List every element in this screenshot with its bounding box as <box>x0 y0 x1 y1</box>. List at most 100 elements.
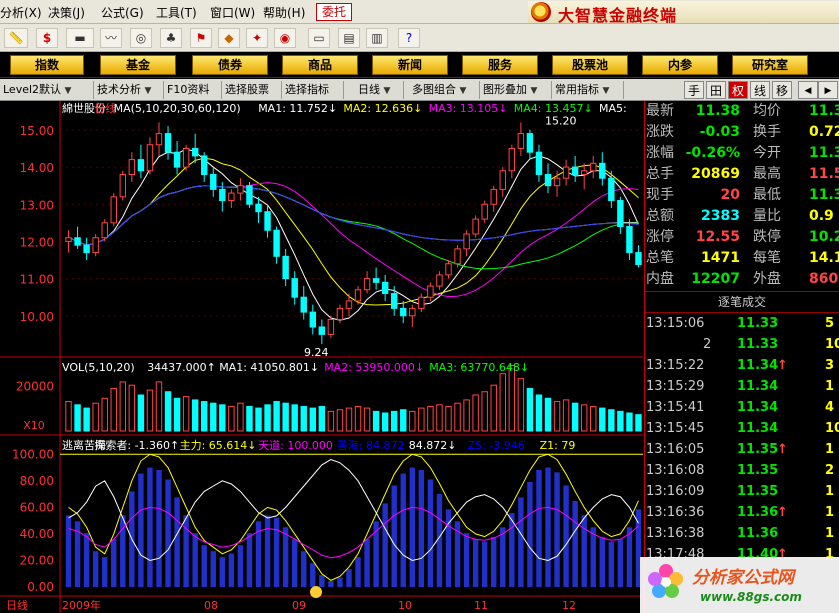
candle-body <box>400 307 407 317</box>
chevron-down-icon: ▼ <box>459 86 467 96</box>
nav-bond-button[interactable]: 债券 <box>192 55 268 75</box>
date-tick-label: 11 <box>474 599 488 612</box>
legend-item: ZS: -3.946 <box>468 439 525 452</box>
tab-select-stock[interactable]: 选择股票 <box>222 81 282 99</box>
tick-volume: 10 <box>825 337 839 352</box>
tab-level2[interactable]: Level2默认 ▼ <box>0 81 94 99</box>
indicator-bar <box>237 545 244 587</box>
nav-service-button[interactable]: 服务 <box>462 55 538 75</box>
candle-body <box>580 170 588 175</box>
indicator-bar <box>291 539 298 587</box>
tab-hand[interactable]: 手 <box>684 81 704 99</box>
volume-bar <box>318 405 326 432</box>
nav-research-button[interactable]: 研究室 <box>732 55 808 75</box>
scroll-right-icon[interactable]: ▶ <box>818 81 838 99</box>
rocket-icon[interactable]: ✦ <box>246 28 268 48</box>
quote-label: 今开 <box>753 145 781 161</box>
scroll-left-icon[interactable]: ◀ <box>798 81 818 99</box>
candle-body <box>309 311 317 328</box>
nav-stockpool-button[interactable]: 股票池 <box>552 55 628 75</box>
volume-bar <box>264 404 271 432</box>
tab-overlay[interactable]: 图形叠加 ▼ <box>480 81 552 99</box>
flag-icon[interactable]: ⚑ <box>190 28 212 48</box>
target-icon[interactable]: ◉ <box>274 28 296 48</box>
candle-body <box>336 307 344 321</box>
kline-chart[interactable]: 15.00 14.00 13.00 12.00 11.00 10.00 20000 X10 … <box>0 101 645 613</box>
ruler-icon[interactable]: 📏 <box>4 28 28 48</box>
legend-item: MA1: 11.752↓ <box>258 102 337 115</box>
menu-analysis[interactable]: 分析(X) <box>0 4 42 21</box>
weituo-button[interactable]: 委托 <box>316 3 352 21</box>
dollar-icon[interactable]: $ <box>36 28 58 48</box>
candle-body <box>445 263 452 276</box>
tick-volume: 3 <box>825 358 835 373</box>
menu-decision[interactable]: 决策(J) <box>48 4 85 21</box>
legend-item: MA3: 13.105↓ <box>429 102 508 115</box>
volume-bar <box>101 397 108 432</box>
candle-body <box>74 237 81 246</box>
tab-f10[interactable]: F10资料 <box>164 81 222 99</box>
help-pointer-icon[interactable]: ? <box>398 28 420 48</box>
quote-value: 11.3 <box>809 145 839 161</box>
tick-volume: 1 <box>825 442 835 457</box>
quote-value: 11.5 <box>809 166 839 182</box>
tick-volume: 1 <box>825 526 835 541</box>
candle-body <box>481 203 488 220</box>
indicator-panel: 100.00 80.00 60.00 40.00 20.00 0.00 <box>12 447 643 594</box>
tab-move[interactable]: 移 <box>772 81 792 99</box>
quote-value: 11.3 <box>809 187 839 203</box>
nav-index-button[interactable]: 指数 <box>10 55 84 75</box>
volume-tick-label: 20000 <box>16 379 54 393</box>
window-icon[interactable]: ▤ <box>338 28 360 48</box>
menu-formula[interactable]: 公式(G) <box>101 4 144 21</box>
nav-commodity-button[interactable]: 商品 <box>282 55 358 75</box>
print-icon[interactable]: ▭ <box>308 28 330 48</box>
indicator-bar <box>418 469 425 587</box>
quote-row: 涨幅 -0.26% 今开 11.3 <box>645 143 839 164</box>
tick-time: 13:16:05 <box>646 442 705 457</box>
wave-icon[interactable]: 〰 <box>100 28 122 48</box>
tab-multi-chart[interactable]: 多图组合 ▼ <box>404 81 480 99</box>
tab-common-indicator[interactable]: 常用指标 ▼ <box>552 81 624 99</box>
quote-label: 涨跌 <box>646 124 674 140</box>
volume-bar <box>445 405 452 432</box>
tick-row: 13:16:09 11.35 1 <box>645 481 839 502</box>
brand-logo-icon <box>531 2 551 22</box>
candle-body <box>535 151 543 175</box>
indicator-bar <box>572 500 578 587</box>
menu-window[interactable]: 窗口(W) <box>210 4 255 21</box>
indicator-bar <box>491 536 497 587</box>
binoculars-icon[interactable]: ◎ <box>130 28 152 48</box>
chart-icon[interactable]: ▬ <box>66 28 94 48</box>
smiley-icon <box>310 586 322 598</box>
indicator-bar <box>400 473 406 587</box>
tab-select-indicator[interactable]: 选择指标 <box>282 81 344 99</box>
price-tick-label: 14.00 <box>20 161 54 175</box>
legend-item: 84.872↓ <box>409 439 457 452</box>
diamond-icon[interactable]: ◆ <box>218 28 240 48</box>
brand-banner: 大智慧金融终端 <box>528 1 839 25</box>
tick-volume: 1 <box>825 379 835 394</box>
tab-grid[interactable]: 田 <box>706 81 726 99</box>
volume-bar <box>137 394 145 432</box>
tab-line[interactable]: 线 <box>750 81 770 99</box>
legend-item: MA4: 13.457↓ <box>514 102 593 115</box>
books-icon[interactable]: ▥ <box>366 28 388 48</box>
menu-help[interactable]: 帮助(H) <box>263 4 305 21</box>
tab-rights[interactable]: 权 <box>728 81 748 99</box>
tree-icon[interactable]: ♣ <box>160 28 182 48</box>
tick-header: 逐笔成交 <box>645 291 839 313</box>
nav-fund-button[interactable]: 基金 <box>100 55 176 75</box>
indicator-bar <box>500 527 506 587</box>
nav-news-button[interactable]: 新闻 <box>372 55 448 75</box>
quote-label: 跌停 <box>753 229 781 245</box>
nav-neican-button[interactable]: 内参 <box>642 55 718 75</box>
indicator-bar <box>518 497 524 587</box>
chevron-down-icon: ▼ <box>383 86 391 96</box>
indicator-bar <box>101 557 108 587</box>
watermark-url: www.88gs.com <box>700 590 802 604</box>
tab-tech-analysis[interactable]: 技术分析 ▼ <box>94 81 164 99</box>
tab-daily[interactable]: 日线 ▼ <box>344 81 404 99</box>
menu-tools[interactable]: 工具(T) <box>156 4 197 21</box>
tick-volume: 5 <box>825 316 835 331</box>
